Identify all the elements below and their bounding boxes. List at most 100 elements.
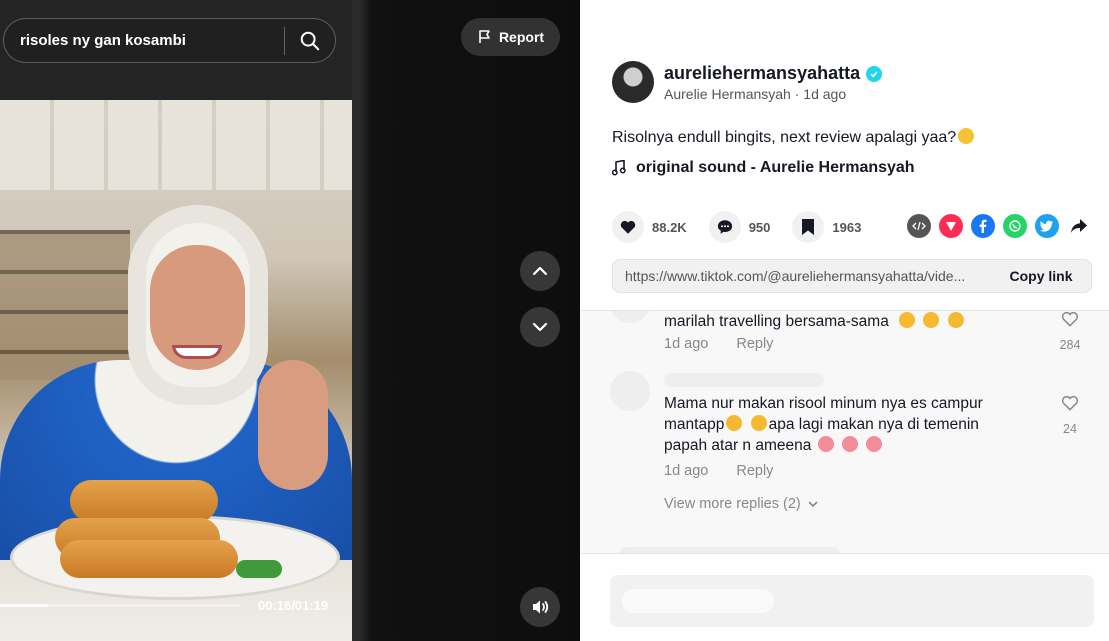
search-icon: [300, 31, 320, 50]
author-avatar[interactable]: [612, 61, 654, 103]
save-count: 1963: [832, 219, 862, 235]
caption-text: Risolnya endull bingits, next review apa…: [612, 129, 957, 146]
author-username-row[interactable]: aureliehermansyahatta: [664, 63, 883, 84]
previous-video-button[interactable]: [520, 251, 560, 291]
comment-time: 1d ago: [664, 336, 709, 352]
heart-icon: [620, 220, 636, 234]
comment-line: Mama nur makan risool minum nya es campu…: [664, 395, 983, 412]
embed-icon[interactable]: [907, 214, 931, 238]
comment-meta: 1d ago Reply: [664, 336, 773, 352]
comment-avatar[interactable]: [610, 311, 650, 323]
volume-button[interactable]: [520, 587, 560, 627]
chevron-down-icon: [808, 501, 818, 508]
comment-time: 1d ago: [664, 463, 709, 479]
comment-meta: 1d ago Reply: [664, 463, 773, 479]
search-button[interactable]: [285, 18, 335, 63]
report-button[interactable]: Report: [461, 18, 560, 56]
comments-list[interactable]: marilah travelling bersama-sama 1d ago R…: [580, 310, 1109, 553]
share-arrow-icon[interactable]: [1067, 214, 1091, 238]
comment-input-placeholder: [622, 589, 774, 613]
dot-separator: ·: [794, 86, 804, 102]
comment-input[interactable]: [610, 575, 1094, 627]
music-note-icon: [612, 160, 626, 176]
video-person-hand: [258, 360, 328, 490]
video-player[interactable]: risoles ny gan kosambi Report 00:16/01:1…: [0, 0, 580, 641]
chevron-up-icon: [532, 266, 548, 276]
music-title[interactable]: original sound - Aurelie Hermansyah: [636, 159, 915, 177]
video-risol: [70, 480, 218, 522]
comment-body: marilah travelling bersama-sama: [664, 313, 889, 330]
comment-fragment: mantapp: [664, 416, 725, 433]
comment-icon: [717, 220, 732, 234]
bookmark-button[interactable]: [792, 211, 825, 243]
video-risol: [60, 540, 238, 578]
twitter-icon[interactable]: [1035, 214, 1059, 238]
video-ceiling: [0, 100, 352, 190]
tiktok-video-page: risoles ny gan kosambi Report 00:16/01:1…: [0, 0, 1109, 641]
whatsapp-icon[interactable]: [1003, 214, 1027, 238]
comment-line: mantapp apa lagi makan nya di temenin: [664, 414, 1034, 435]
video-progress-fill: [0, 604, 48, 607]
verified-badge-icon: [866, 65, 883, 82]
copy-link-button[interactable]: Copy link: [991, 268, 1091, 284]
smiling-face-with-hearts-icon: [866, 436, 883, 452]
video-shelf: [0, 230, 130, 380]
post-caption: Risolnya endull bingits, next review apa…: [612, 128, 976, 147]
view-more-label[interactable]: View more replies (2): [664, 496, 801, 512]
save-stat[interactable]: 1963: [792, 211, 861, 243]
next-video-button[interactable]: [520, 307, 560, 347]
comment-button[interactable]: [708, 211, 741, 243]
comment-text: Mama nur makan risool minum nya es campu…: [664, 393, 1034, 456]
flag-icon: [479, 30, 490, 43]
comment-avatar[interactable]: [610, 371, 650, 411]
speaker-icon: [533, 600, 549, 614]
reply-button[interactable]: Reply: [736, 336, 773, 352]
facebook-icon[interactable]: [971, 214, 995, 238]
rolling-laughing-icon: [899, 312, 916, 328]
share-icons: [907, 214, 1091, 238]
comment-count: 950: [748, 219, 771, 235]
view-more-replies[interactable]: View more replies (2): [664, 496, 819, 512]
like-count: 88.2K: [652, 219, 687, 235]
details-panel: aureliehermansyahatta Aurelie Hermansyah…: [580, 0, 1109, 641]
video-time: 00:16/01:19: [258, 598, 329, 613]
comment-like[interactable]: 284: [1050, 311, 1090, 352]
rolling-laughing-icon: [923, 312, 940, 328]
video-vegetable: [236, 560, 282, 578]
comment-username[interactable]: [664, 373, 824, 387]
author-username[interactable]: aureliehermansyahatta: [664, 63, 860, 84]
send-icon[interactable]: [939, 214, 963, 238]
music-link[interactable]: original sound - Aurelie Hermansyah: [612, 159, 915, 177]
like-stat[interactable]: 88.2K: [612, 211, 687, 243]
rolling-laughing-icon: [947, 312, 964, 328]
reply-button[interactable]: Reply: [736, 463, 773, 479]
like-button[interactable]: [612, 211, 644, 243]
report-label: Report: [498, 29, 545, 45]
comment-fragment: papah atar n ameena: [664, 437, 812, 454]
posted-time: 1d ago: [803, 86, 847, 102]
video-frame[interactable]: [0, 0, 352, 641]
video-url[interactable]: https://www.tiktok.com/@aureliehermansya…: [613, 268, 991, 284]
video-person-smile: [172, 345, 222, 359]
heart-outline-icon: [1061, 311, 1079, 327]
grin-icon: [750, 415, 767, 431]
post-header: aureliehermansyahatta Aurelie Hermansyah…: [580, 0, 1109, 310]
video-progress-bar[interactable]: [0, 604, 240, 607]
comment-text: marilah travelling bersama-sama: [664, 311, 1034, 332]
comment-stat[interactable]: 950: [708, 211, 771, 243]
bookmark-icon: [802, 219, 815, 235]
author-subline: Aurelie Hermansyah · 1d ago: [664, 86, 846, 102]
comment-fragment: apa lagi makan nya di temenin: [768, 416, 979, 433]
author-display-name: Aurelie Hermansyah: [664, 86, 791, 102]
comment-like-count: 284: [1059, 338, 1081, 352]
search-input[interactable]: risoles ny gan kosambi: [4, 32, 284, 49]
comment-line: papah atar n ameena: [664, 435, 1034, 456]
grin-icon: [726, 415, 743, 431]
chevron-down-icon: [532, 322, 548, 332]
copy-link-bar: https://www.tiktok.com/@aureliehermansya…: [612, 259, 1092, 293]
search-bar[interactable]: risoles ny gan kosambi: [3, 18, 336, 63]
comment-composer: [580, 553, 1109, 641]
engagement-stats: 88.2K 950 1963: [612, 211, 883, 243]
comment-like[interactable]: 24: [1050, 393, 1090, 436]
face-with-hand-over-mouth-icon: [958, 128, 975, 144]
